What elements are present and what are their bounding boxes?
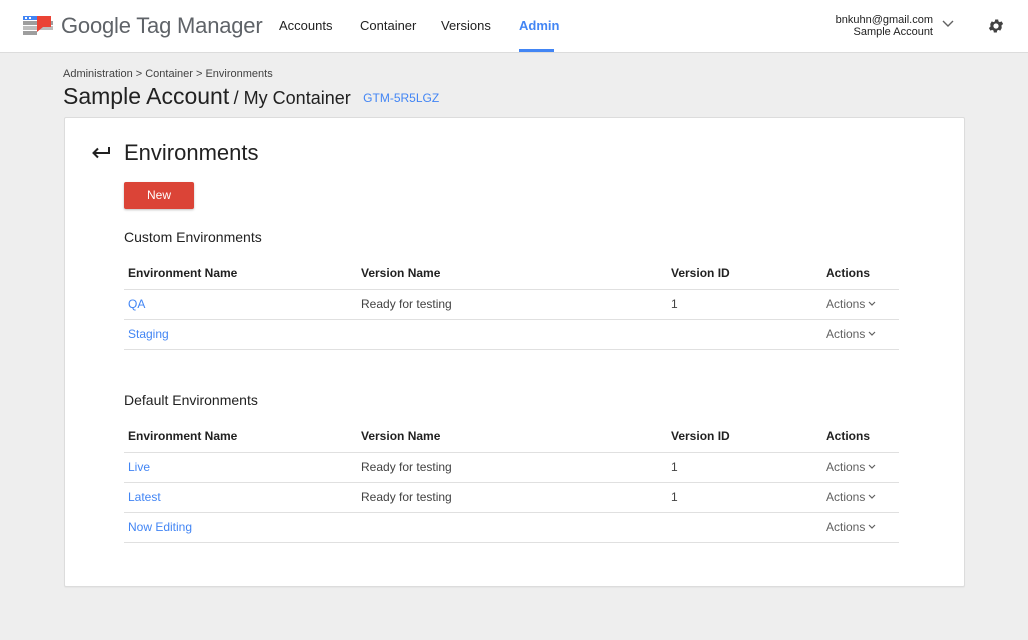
actions-dropdown[interactable]: Actions bbox=[822, 319, 899, 350]
column-header: Version ID bbox=[667, 258, 822, 290]
custom-environments-title: Custom Environments bbox=[124, 229, 262, 245]
gtm-logo-icon bbox=[23, 16, 53, 35]
actions-dropdown[interactable]: Actions bbox=[822, 482, 899, 513]
environment-name-link[interactable]: QA bbox=[128, 297, 145, 311]
environment-name-link[interactable]: Live bbox=[128, 460, 150, 474]
table-header-row: Environment Name Version Name Version ID… bbox=[124, 258, 899, 290]
page-title: Environments bbox=[124, 140, 259, 165]
version-name bbox=[357, 512, 667, 543]
nav-container[interactable]: Container bbox=[360, 18, 416, 33]
version-name: Ready for testing bbox=[357, 452, 667, 483]
version-id bbox=[667, 319, 822, 350]
column-header: Actions bbox=[822, 421, 899, 453]
page-account-name: Sample Account bbox=[63, 83, 230, 109]
top-bar: Google Tag Manager Accounts Container Ve… bbox=[0, 0, 1028, 53]
environment-name-link[interactable]: Staging bbox=[128, 327, 169, 341]
account-name: Sample Account bbox=[853, 26, 934, 38]
account-switcher[interactable]: bnkuhn@gmail.com Sample Account bbox=[836, 14, 933, 38]
page-container-name: / My Container bbox=[233, 88, 351, 108]
new-environment-button[interactable]: New bbox=[124, 182, 194, 209]
actions-dropdown[interactable]: Actions bbox=[822, 289, 899, 320]
chevron-down-icon bbox=[868, 494, 876, 499]
table-row: Latest Ready for testing 1 Actions bbox=[124, 482, 899, 513]
version-id: 1 bbox=[667, 289, 822, 320]
chevron-down-icon bbox=[868, 524, 876, 529]
actions-label: Actions bbox=[826, 327, 866, 341]
nav-accounts[interactable]: Accounts bbox=[279, 18, 332, 33]
version-id: 1 bbox=[667, 482, 822, 513]
nav-versions[interactable]: Versions bbox=[441, 18, 491, 33]
table-row: Staging Actions bbox=[124, 319, 899, 350]
table-row: Live Ready for testing 1 Actions bbox=[124, 452, 899, 483]
version-name bbox=[357, 319, 667, 350]
actions-dropdown[interactable]: Actions bbox=[822, 452, 899, 483]
version-id: 1 bbox=[667, 452, 822, 483]
breadcrumb[interactable]: Administration > Container > Environment… bbox=[63, 68, 273, 80]
chevron-down-icon bbox=[868, 301, 876, 306]
actions-label: Actions bbox=[826, 490, 866, 504]
chevron-down-icon bbox=[868, 464, 876, 469]
column-header: Version Name bbox=[357, 421, 667, 453]
app-title: Google Tag Manager bbox=[61, 13, 263, 38]
version-name: Ready for testing bbox=[357, 289, 667, 320]
actions-label: Actions bbox=[826, 460, 866, 474]
default-environments-title: Default Environments bbox=[124, 392, 258, 408]
container-id-link[interactable]: GTM-5R5LGZ bbox=[363, 91, 439, 105]
table-row: Now Editing Actions bbox=[124, 512, 899, 543]
actions-label: Actions bbox=[826, 520, 866, 534]
default-environments-table: Environment Name Version Name Version ID… bbox=[124, 421, 899, 543]
version-name: Ready for testing bbox=[357, 482, 667, 513]
gear-icon[interactable] bbox=[987, 17, 1005, 35]
table-row: QA Ready for testing 1 Actions bbox=[124, 289, 899, 320]
column-header: Environment Name bbox=[124, 421, 357, 453]
account-email: bnkuhn@gmail.com bbox=[835, 14, 933, 26]
environment-name-link[interactable]: Now Editing bbox=[128, 520, 192, 534]
table-header-row: Environment Name Version Name Version ID… bbox=[124, 421, 899, 453]
chevron-down-icon[interactable] bbox=[942, 20, 954, 28]
actions-label: Actions bbox=[826, 297, 866, 311]
environment-name-link[interactable]: Latest bbox=[128, 490, 161, 504]
nav-active-indicator bbox=[519, 49, 554, 52]
actions-dropdown[interactable]: Actions bbox=[822, 512, 899, 543]
column-header: Environment Name bbox=[124, 258, 357, 290]
environments-card: Environments New Custom Environments Env… bbox=[64, 117, 965, 587]
version-id bbox=[667, 512, 822, 543]
back-arrow-icon[interactable] bbox=[91, 146, 111, 160]
chevron-down-icon bbox=[868, 331, 876, 336]
page-header: Sample Account / My Container GTM-5R5LGZ bbox=[63, 83, 439, 110]
column-header: Actions bbox=[822, 258, 899, 290]
custom-environments-table: Environment Name Version Name Version ID… bbox=[124, 258, 899, 350]
column-header: Version ID bbox=[667, 421, 822, 453]
column-header: Version Name bbox=[357, 258, 667, 290]
nav-admin[interactable]: Admin bbox=[519, 18, 559, 33]
